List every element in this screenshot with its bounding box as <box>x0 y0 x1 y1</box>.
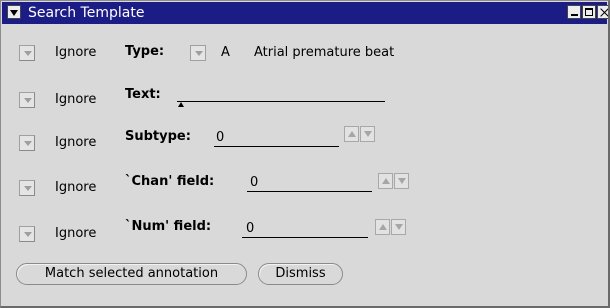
type-row: Ignore Type: A Atrial premature beat <box>1 42 601 64</box>
num-spinner <box>375 219 407 235</box>
text-ignore-label: Ignore <box>55 92 97 107</box>
text-underline <box>177 101 385 102</box>
title-bar[interactable]: Search Template <box>2 2 608 24</box>
chan-ignore-label: Ignore <box>55 180 97 195</box>
subtype-decrement-button[interactable] <box>360 126 375 142</box>
num-label: `Num' field: <box>125 219 212 234</box>
subtype-spinner <box>344 126 376 142</box>
maximize-icon[interactable] <box>582 5 596 19</box>
type-menu-button[interactable] <box>190 45 206 61</box>
match-selected-annotation-button[interactable]: Match selected annotation <box>16 263 247 285</box>
chan-label: `Chan' field: <box>125 174 215 189</box>
dismiss-button[interactable]: Dismiss <box>258 263 343 285</box>
subtype-underline <box>214 146 339 147</box>
minimize-icon[interactable] <box>567 5 581 19</box>
type-ignore-label: Ignore <box>55 45 97 60</box>
num-input[interactable]: 0 <box>246 220 254 238</box>
type-code: A <box>221 45 230 60</box>
chan-spinner <box>378 173 410 189</box>
num-row: Ignore `Num' field: 0 <box>1 219 601 245</box>
text-ignore-toggle[interactable] <box>19 92 35 108</box>
window-title: Search Template <box>28 5 145 21</box>
num-underline <box>242 237 368 238</box>
type-description: Atrial premature beat <box>254 45 395 60</box>
num-increment-button[interactable] <box>375 219 390 235</box>
close-icon[interactable] <box>597 5 608 19</box>
subtype-increment-button[interactable] <box>344 126 359 142</box>
search-template-window: Search Template Ignore Type: A Atrial pr… <box>0 0 610 308</box>
text-cursor-icon <box>178 102 184 107</box>
chan-increment-button[interactable] <box>378 173 393 189</box>
num-ignore-label: Ignore <box>55 226 97 241</box>
subtype-label: Subtype: <box>125 129 191 144</box>
chan-ignore-toggle[interactable] <box>19 180 35 196</box>
chan-decrement-button[interactable] <box>394 173 409 189</box>
chan-input[interactable]: 0 <box>250 174 258 192</box>
type-ignore-toggle[interactable] <box>19 45 35 61</box>
num-ignore-toggle[interactable] <box>19 226 35 242</box>
chan-underline <box>247 191 372 192</box>
subtype-ignore-label: Ignore <box>55 135 97 150</box>
subtype-ignore-toggle[interactable] <box>19 135 35 151</box>
subtype-input[interactable]: 0 <box>216 129 224 147</box>
text-row: Ignore Text: <box>1 87 601 111</box>
type-label: Type: <box>125 44 165 59</box>
subtype-row: Ignore Subtype: 0 <box>1 126 601 154</box>
text-label: Text: <box>125 87 161 102</box>
window-menu-icon[interactable] <box>7 5 21 19</box>
chan-row: Ignore `Chan' field: 0 <box>1 173 601 199</box>
num-decrement-button[interactable] <box>391 219 406 235</box>
